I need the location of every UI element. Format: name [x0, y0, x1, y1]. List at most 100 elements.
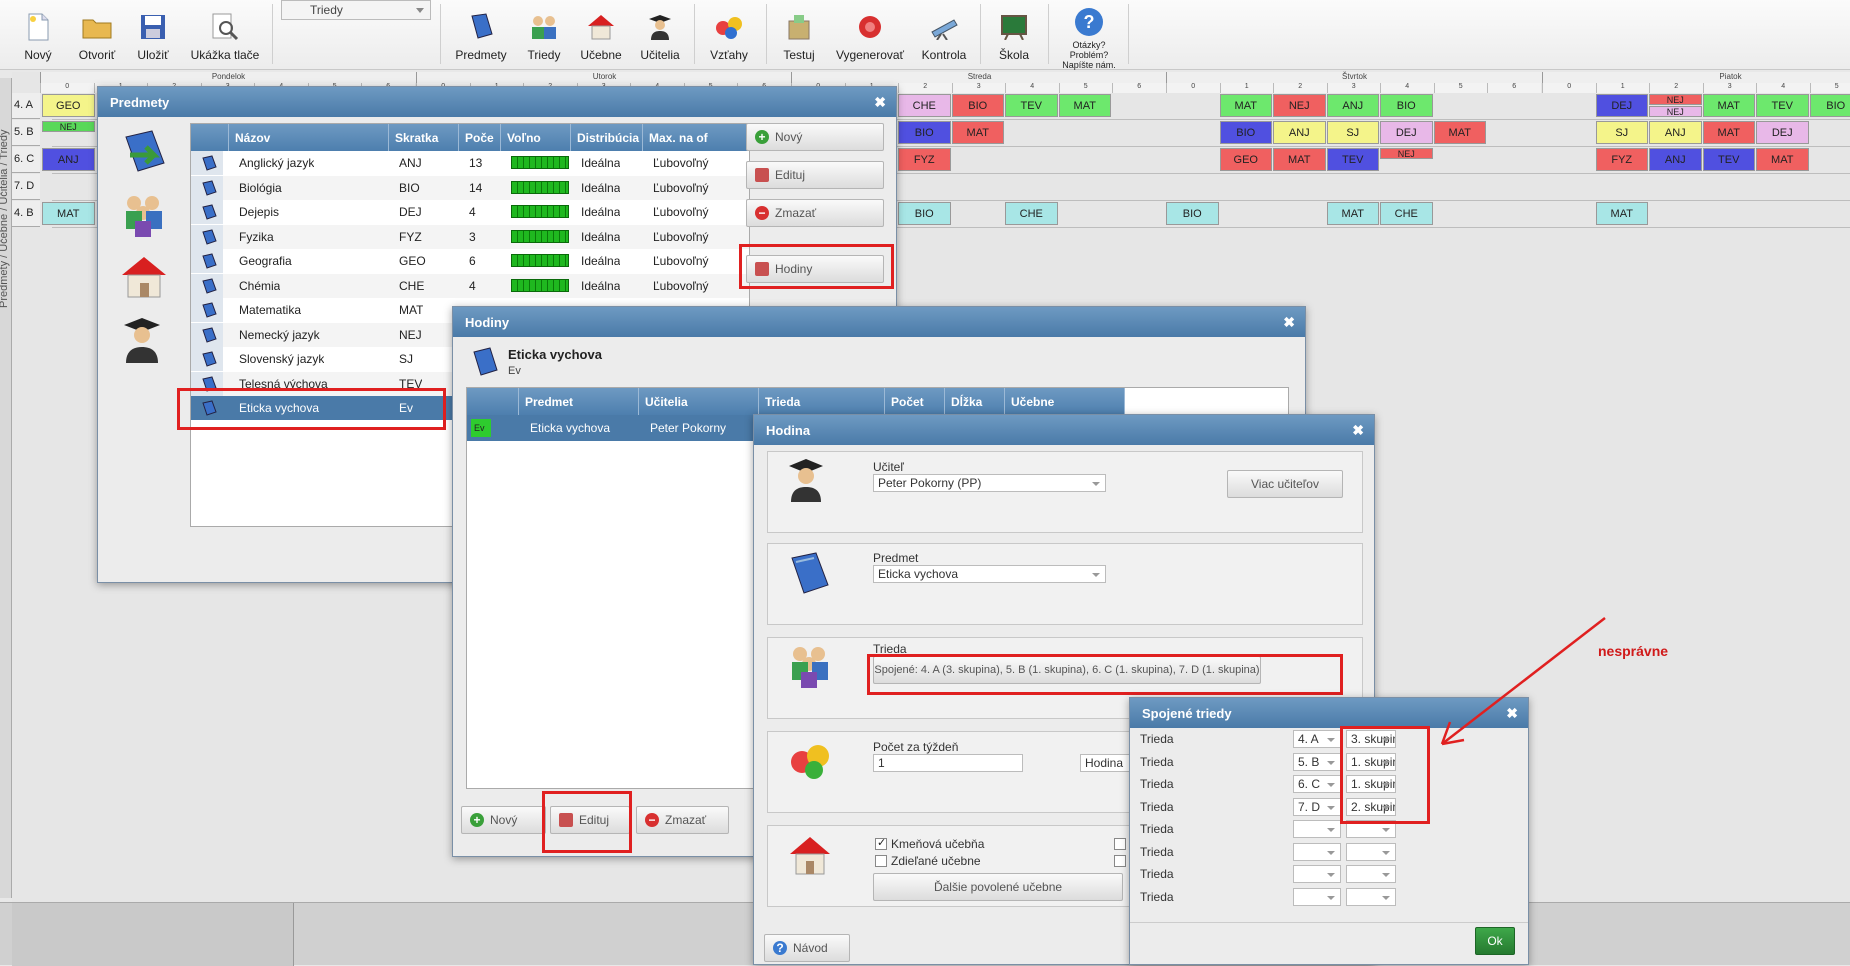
table-header[interactable]: Poče: [459, 124, 501, 151]
delete-subject-button[interactable]: −Zmazať: [746, 199, 884, 227]
table-header[interactable]: Dĺžka: [945, 388, 1005, 415]
close-icon[interactable]: ✖: [1352, 422, 1364, 439]
more-rooms-button[interactable]: Ďalšie povolené učebne: [873, 873, 1123, 901]
open-button[interactable]: Otvoriť: [72, 0, 122, 62]
lesson-cell[interactable]: ANJ: [1649, 121, 1702, 144]
check-button[interactable]: Kontrola: [918, 0, 970, 62]
lesson-cell[interactable]: FYZ: [1596, 148, 1649, 171]
class-row-label[interactable]: 7. D: [12, 174, 40, 200]
lesson-cell[interactable]: DEJ: [1756, 121, 1809, 144]
lesson-cell[interactable]: MAT: [1434, 121, 1487, 144]
class-row-label[interactable]: 4. B: [12, 201, 40, 227]
school-button[interactable]: Škola: [992, 0, 1036, 62]
table-header[interactable]: Počet: [885, 388, 945, 415]
help-button[interactable]: ? Otázky? Problém? Napíšte nám.: [1056, 0, 1122, 70]
teachers-button[interactable]: Učitelia: [636, 0, 684, 62]
lesson-cell[interactable]: TEV: [1703, 148, 1756, 171]
new-subject-button[interactable]: +Nový: [746, 123, 884, 151]
class-select[interactable]: 4. A: [1293, 730, 1341, 748]
lesson-cell[interactable]: MAT: [42, 202, 95, 225]
generate-button[interactable]: Vygenerovať: [830, 0, 910, 62]
classes-button[interactable]: Triedy: [522, 0, 566, 62]
guide-button[interactable]: ?Návod: [764, 934, 850, 962]
table-header[interactable]: Učitelia: [639, 388, 759, 415]
lesson-cell[interactable]: ANJ: [42, 148, 95, 171]
subjects-button[interactable]: Predmety: [454, 0, 508, 62]
class-row-label[interactable]: 6. C: [12, 147, 40, 173]
lesson-cell[interactable]: MAT: [1059, 94, 1112, 117]
group-select[interactable]: [1346, 865, 1396, 883]
rooms-button[interactable]: Učebne: [576, 0, 626, 62]
lesson-cell[interactable]: MAT: [1756, 148, 1809, 171]
subject-select[interactable]: Eticka vychova: [873, 565, 1106, 583]
lesson-cell[interactable]: NEJ: [42, 121, 95, 132]
table-row[interactable]: ChémiaCHE4IdeálnaĽubovoľný: [191, 274, 750, 298]
table-header[interactable]: Distribúcia: [571, 124, 643, 151]
class-select[interactable]: 6. C: [1293, 775, 1341, 793]
table-row[interactable]: DejepisDEJ4IdeálnaĽubovoľný: [191, 200, 750, 224]
class-select[interactable]: [1293, 865, 1341, 883]
lesson-cell[interactable]: MAT: [1327, 202, 1380, 225]
lesson-cell[interactable]: TEV: [1327, 148, 1380, 171]
lesson-cell[interactable]: BIO: [898, 202, 951, 225]
lesson-cell[interactable]: CHE: [1380, 202, 1433, 225]
new-hour-button[interactable]: +Nový: [461, 806, 546, 834]
book-arrow-icon[interactable]: [120, 129, 170, 191]
table-row[interactable]: Anglický jazykANJ13IdeálnaĽubovoľný: [191, 151, 750, 175]
lesson-cell[interactable]: GEO: [42, 94, 95, 117]
delete-hour-button[interactable]: −Zmazať: [636, 806, 729, 834]
graduate-icon[interactable]: [120, 315, 170, 377]
table-header[interactable]: Max. na of: [643, 124, 750, 151]
lesson-cell[interactable]: MAT: [1273, 148, 1326, 171]
group-select[interactable]: [1346, 888, 1396, 906]
side-tabs[interactable]: Predmety / Učebne / Učitelia / Triedy: [0, 78, 12, 898]
table-header[interactable]: Učebne: [1005, 388, 1125, 415]
print-preview-button[interactable]: Ukážka tlače: [186, 0, 264, 62]
lesson-cell[interactable]: BIO: [952, 94, 1005, 117]
group-select[interactable]: [1346, 843, 1396, 861]
lesson-cell[interactable]: DEJ: [1380, 121, 1433, 144]
table-header[interactable]: Predmet: [519, 388, 639, 415]
close-icon[interactable]: ✖: [1283, 314, 1295, 331]
lesson-cell[interactable]: SJ: [1327, 121, 1380, 144]
class-row-label[interactable]: 5. B: [12, 120, 40, 146]
lesson-cell[interactable]: NEJ: [1649, 106, 1702, 117]
class-select[interactable]: [1293, 820, 1341, 838]
house-icon[interactable]: [120, 253, 170, 315]
class-row-label[interactable]: 4. A: [12, 93, 40, 119]
lesson-cell[interactable]: MAT: [1220, 94, 1273, 117]
lesson-cell[interactable]: MAT: [1596, 202, 1649, 225]
lesson-cell[interactable]: GEO: [1220, 148, 1273, 171]
lesson-cell[interactable]: FYZ: [898, 148, 951, 171]
table-row[interactable]: GeografiaGEO6IdeálnaĽubovoľný: [191, 249, 750, 273]
lesson-cell[interactable]: CHE: [1005, 202, 1058, 225]
new-button[interactable]: Nový: [18, 0, 58, 62]
lesson-cell[interactable]: NEJ: [1649, 94, 1702, 105]
option-checkbox[interactable]: [1114, 855, 1126, 867]
class-select[interactable]: 5. B: [1293, 753, 1341, 771]
lesson-cell[interactable]: SJ: [1596, 121, 1649, 144]
relations-button[interactable]: Vzťahy: [706, 0, 752, 62]
ok-button[interactable]: Ok: [1475, 927, 1515, 955]
lesson-cell[interactable]: TEV: [1756, 94, 1809, 117]
class-select[interactable]: 7. D: [1293, 798, 1341, 816]
class-select[interactable]: [1293, 888, 1341, 906]
more-teachers-button[interactable]: Viac učiteľov: [1227, 470, 1343, 498]
table-header[interactable]: Voľno: [501, 124, 571, 151]
count-input[interactable]: 1: [873, 754, 1023, 772]
close-icon[interactable]: ✖: [874, 94, 886, 111]
table-header[interactable]: Názov: [229, 124, 389, 151]
save-button[interactable]: Uložiť: [132, 0, 174, 62]
lesson-cell[interactable]: BIO: [898, 121, 951, 144]
view-select[interactable]: Triedy: [281, 0, 431, 20]
class-select[interactable]: [1293, 843, 1341, 861]
shared-rooms-checkbox[interactable]: [875, 855, 887, 867]
home-room-checkbox[interactable]: [875, 838, 887, 850]
lesson-cell[interactable]: DEJ: [1596, 94, 1649, 117]
lesson-cell[interactable]: MAT: [1703, 121, 1756, 144]
option-checkbox[interactable]: [1114, 838, 1126, 850]
table-row[interactable]: BiológiaBIO14IdeálnaĽubovoľný: [191, 176, 750, 200]
table-header[interactable]: Skratka: [389, 124, 459, 151]
table-header[interactable]: Trieda: [759, 388, 885, 415]
lesson-cell[interactable]: NEJ: [1273, 94, 1326, 117]
